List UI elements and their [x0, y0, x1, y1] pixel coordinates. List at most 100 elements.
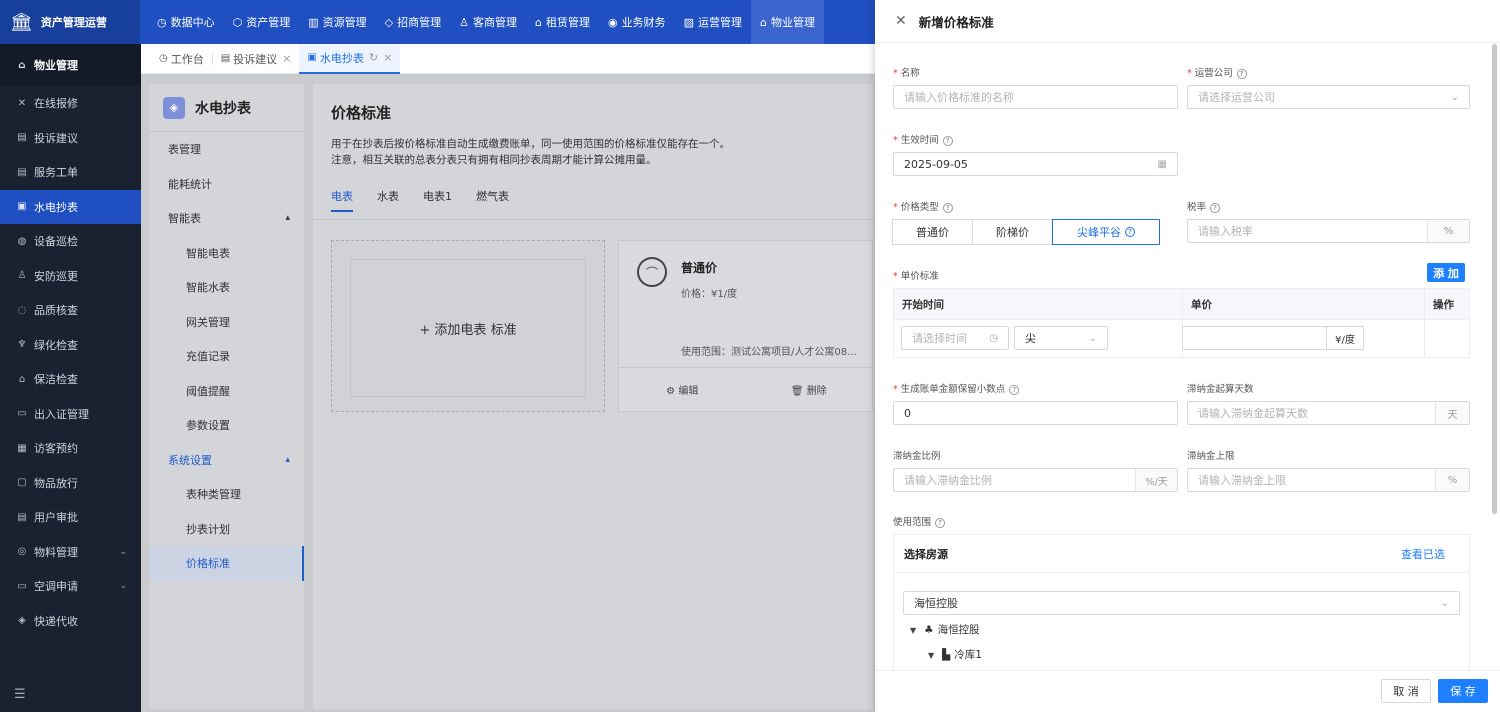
sidebar-item-repair[interactable]: ✕ 在线报修: [0, 86, 141, 121]
submenu-item-plan[interactable]: 抄表计划: [149, 512, 304, 547]
sidebar-item-workorder[interactable]: ▤ 服务工单: [0, 155, 141, 190]
late-days-input[interactable]: 请输入滞纳金起算天数天: [1187, 401, 1470, 425]
chevron-up-icon: ▴: [285, 213, 290, 224]
name-input[interactable]: 请输入价格标准的名称: [893, 85, 1178, 109]
sidebar-item-complaint[interactable]: ▤ 投诉建议: [0, 121, 141, 156]
sidebar-item-pass[interactable]: ▭ 出入证管理: [0, 397, 141, 432]
chevron-up-icon: ▴: [285, 454, 290, 465]
topnav-asset[interactable]: ⬡ 资产管理: [224, 0, 300, 44]
submenu-item-price[interactable]: 价格标准: [149, 546, 304, 581]
home-icon: ⌂: [18, 59, 26, 71]
topnav-investment[interactable]: ◇ 招商管理: [376, 0, 450, 44]
close-icon[interactable]: ×: [282, 52, 291, 65]
tab-gas[interactable]: 燃气表: [476, 188, 509, 212]
effective-date-picker[interactable]: 2025-09-05 ▦: [893, 152, 1178, 176]
sidebar-item-release[interactable]: ▢ 物品放行: [0, 466, 141, 501]
decimal-input[interactable]: 0: [893, 401, 1178, 425]
period-select[interactable]: 尖 ⌄: [1014, 326, 1108, 350]
tab-electric1[interactable]: 电表1: [423, 188, 452, 212]
topnav-data-center[interactable]: ◷ 数据中心: [148, 0, 224, 44]
save-button[interactable]: 保 存: [1438, 679, 1488, 703]
guard-icon: ♙: [17, 270, 27, 282]
doc-icon: ▤: [17, 132, 27, 144]
tab-workbench[interactable]: ◷ 工作台: [151, 44, 212, 74]
start-time-picker[interactable]: 请选择时间 ◷: [901, 326, 1009, 350]
topnav-operations[interactable]: ▨ 运营管理: [675, 0, 751, 44]
org-select[interactable]: 海恒控股 ⌄: [903, 591, 1460, 615]
edit-button[interactable]: ⚙ 编辑: [619, 382, 746, 397]
submenu-group-system[interactable]: 系统设置 ▴: [149, 443, 304, 478]
unit-label: * 单价标准: [893, 271, 939, 282]
price-type-normal[interactable]: 普通价: [892, 219, 973, 245]
sidebar-item-visitor[interactable]: ▦ 访客预约: [0, 431, 141, 466]
add-standard-button[interactable]: + 添加电表 标准: [350, 259, 586, 397]
late-ratio-input[interactable]: 请输入滞纳金比例 %/天: [893, 468, 1178, 492]
plant-icon: ♆: [17, 339, 27, 351]
submenu-item-params[interactable]: 参数设置: [149, 408, 304, 443]
col-price: 单价: [1183, 289, 1425, 320]
close-icon[interactable]: ✕: [895, 13, 907, 29]
unit-price-table: 开始时间 单价 操作 请选择时间 ◷ 尖 ⌄ ¥/度: [893, 288, 1470, 358]
add-standard-card[interactable]: + 添加电表 标准: [331, 240, 605, 412]
topnav-resource[interactable]: ▥ 资源管理: [299, 0, 375, 44]
submenu-item-recharge[interactable]: 充值记录: [149, 339, 304, 374]
delete-button[interactable]: 🗑 删除: [746, 382, 873, 397]
sidebar-item-ac[interactable]: ▭ 空调申请 ⌄: [0, 569, 141, 604]
sidebar-item-express[interactable]: ◈ 快递代收: [0, 604, 141, 639]
material-icon: ◎: [17, 546, 27, 558]
tab-meter[interactable]: ▣ 水电抄表 ↻ ×: [299, 43, 401, 74]
col-start-time: 开始时间: [894, 289, 1183, 320]
sidebar-header[interactable]: ⌂ 物业管理: [0, 44, 141, 86]
cancel-button[interactable]: 取 消: [1381, 679, 1431, 703]
app-logo[interactable]: 🏛 资产管理运营: [0, 0, 140, 44]
submenu-group-smart[interactable]: 智能表 ▴: [149, 201, 304, 236]
view-selected-link[interactable]: 查看已选: [1401, 546, 1445, 562]
submenu-item-smart-water[interactable]: 智能水表: [149, 270, 304, 305]
tab-water[interactable]: 水表: [377, 188, 399, 212]
tax-input[interactable]: 请输入税率%: [1187, 219, 1470, 243]
late-cap-input[interactable]: 请输入滞纳金上限%: [1187, 468, 1470, 492]
drawer-title: 新增价格标准: [918, 14, 994, 30]
sidebar-item-green[interactable]: ♆ 绿化检查: [0, 328, 141, 363]
submenu-item-threshold[interactable]: 阈值提醒: [149, 374, 304, 409]
refresh-icon[interactable]: ↻: [369, 51, 378, 64]
tab-complaint[interactable]: ▤ 投诉建议 ×: [213, 44, 300, 74]
tax-label: 税率?: [1187, 199, 1221, 213]
collapse-menu-icon[interactable]: ☰: [14, 687, 26, 702]
sidebar-item-approval[interactable]: ▤ 用户审批: [0, 500, 141, 535]
sidebar-item-material[interactable]: ◎ 物料管理 ⌄: [0, 535, 141, 570]
topnav-lease[interactable]: ⌂ 租赁管理: [526, 0, 599, 44]
chevron-down-icon: ⌄: [1440, 597, 1449, 609]
company-select[interactable]: 请选择运营公司 ⌄: [1187, 85, 1470, 109]
page-description: 用于在抄表后按价格标准自动生成缴费账单，同一使用范围的价格标准仅能存在一个。 注…: [331, 138, 730, 166]
price-card-name: 普通价: [681, 261, 718, 275]
coin-icon: ◉: [607, 15, 618, 29]
submenu-item-energy[interactable]: 能耗统计: [149, 167, 304, 202]
topnav-customer[interactable]: ♙ 客商管理: [450, 0, 526, 44]
tab-electric[interactable]: 电表: [331, 188, 353, 212]
topnav-finance[interactable]: ◉ 业务财务: [599, 0, 675, 44]
close-icon[interactable]: ×: [383, 51, 392, 64]
submenu-item-meters[interactable]: 表管理: [149, 132, 304, 167]
add-row-button[interactable]: 添 加: [1427, 263, 1465, 282]
tree-node-child[interactable]: ▼ ▙ 冷库1: [928, 647, 982, 662]
topnav-property[interactable]: ⌂ 物业管理: [750, 0, 824, 44]
tree-node-root[interactable]: ▼ ♣ 海恒控股: [910, 622, 980, 637]
gear-icon: ⚙: [666, 386, 679, 397]
sub-menu: ◈ 水电抄表 表管理 能耗统计 智能表 ▴ 智能电表 智能水表 网关管理 充值记录 …: [149, 84, 304, 709]
sidebar-item-patrol[interactable]: ♙ 安防巡更: [0, 259, 141, 294]
drawer-scrollbar[interactable]: [1492, 44, 1497, 514]
broom-icon: ⌂: [18, 373, 26, 385]
submenu-item-smart-electric[interactable]: 智能电表: [149, 236, 304, 271]
sidebar-item-meter[interactable]: ▣ 水电抄表: [0, 189, 141, 224]
price-type-tiered[interactable]: 阶梯价: [972, 219, 1053, 245]
sidebar-item-cleaning[interactable]: ⌂ 保洁检查: [0, 362, 141, 397]
submenu-item-gateway[interactable]: 网关管理: [149, 305, 304, 340]
sidebar-item-quality[interactable]: ◌ 品质核查: [0, 293, 141, 328]
sidebar-item-inspection[interactable]: ◍ 设备巡检: [0, 224, 141, 259]
price-type-peak[interactable]: 尖峰平谷?: [1052, 219, 1160, 245]
submenu-item-meter-types[interactable]: 表种类管理: [149, 477, 304, 512]
help-icon: ?: [942, 135, 953, 146]
doc-icon: ▤: [220, 53, 231, 64]
help-icon: ?: [1125, 227, 1135, 237]
